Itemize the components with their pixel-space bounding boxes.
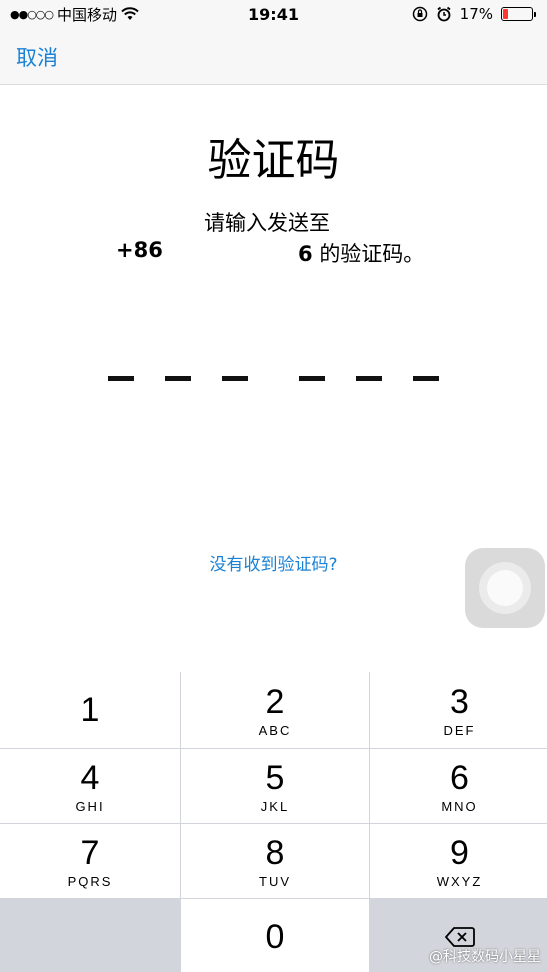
wifi-icon [121,7,139,20]
key-6[interactable]: 6 MNO [370,749,547,823]
key-letters: WXYZ [436,873,483,889]
key-4[interactable]: 4 GHI [0,749,180,823]
phone-prefix: +86 [116,238,163,262]
phone-tail-text: 的验证码。 [319,242,425,266]
status-left: ●●○○○ 中国移动 [10,4,139,25]
backspace-icon [444,927,475,947]
signal-strength: ●●○○○ [10,7,54,21]
key-number: 5 [265,758,285,797]
key-1[interactable]: 1 [0,672,180,748]
key-8[interactable]: 8 TUV [181,824,369,898]
code-input[interactable] [0,376,547,384]
key-letters: ABC [258,722,292,738]
key-letters: TUV [259,873,291,889]
status-right: 17% [412,5,536,23]
alarm-icon [437,6,451,22]
key-letters: DEF [443,722,476,738]
key-letters: PQRS [67,873,113,889]
phone-number-line: +86 6 的验证码。 [0,238,547,266]
code-slot-6 [413,376,439,381]
key-0[interactable]: 0 [181,899,369,972]
key-number: 2 [265,682,285,721]
instruction-text: 请输入发送至 [204,211,330,235]
assistive-touch-dot [487,570,523,606]
phone-tail: 6 的验证码。 [298,238,424,268]
code-slot-2 [165,376,191,381]
cancel-button[interactable]: 取消 [16,42,58,72]
code-slot-5 [356,376,382,381]
key-number: 3 [450,682,469,721]
key-number: 1 [80,691,100,729]
nav-bar: 取消 [0,28,547,85]
key-letters: JKL [260,798,290,814]
key-letters: GHI [75,798,105,814]
key-2[interactable]: 2 ABC [181,672,369,748]
battery-fill [503,9,508,19]
key-3[interactable]: 3 DEF [370,672,547,748]
code-slot-1 [108,376,134,381]
key-9[interactable]: 9 WXYZ [370,824,547,898]
code-slot-4 [299,376,325,381]
code-slot-3 [222,376,248,381]
key-number: 8 [265,833,285,872]
assistive-touch-button[interactable] [465,548,545,628]
key-number: 4 [80,758,100,797]
rotation-lock-icon [412,6,427,22]
key-number: 0 [265,918,285,956]
page-title: 验证码 [207,135,340,186]
key-number: 6 [450,758,469,797]
status-bar: ●●○○○ 中国移动 19:41 17% [0,0,547,28]
phone-suffix: 6 [298,242,313,266]
battery-percent: 17% [459,5,493,23]
battery-icon [501,7,536,21]
watermark: @科技数码小星星 [429,949,541,965]
carrier-name: 中国移动 [57,5,118,24]
key-5[interactable]: 5 JKL [181,749,369,823]
key-number: 7 [80,833,100,872]
key-letters: MNO [441,798,478,814]
key-number: 9 [450,833,469,872]
key-7[interactable]: 7 PQRS [0,824,180,898]
key-blank [0,899,180,972]
numeric-keypad: 1 2 ABC 3 DEF 4 GHI 5 JKL 6 MNO 7 PQRS 8 TUV 9W… [0,672,547,972]
